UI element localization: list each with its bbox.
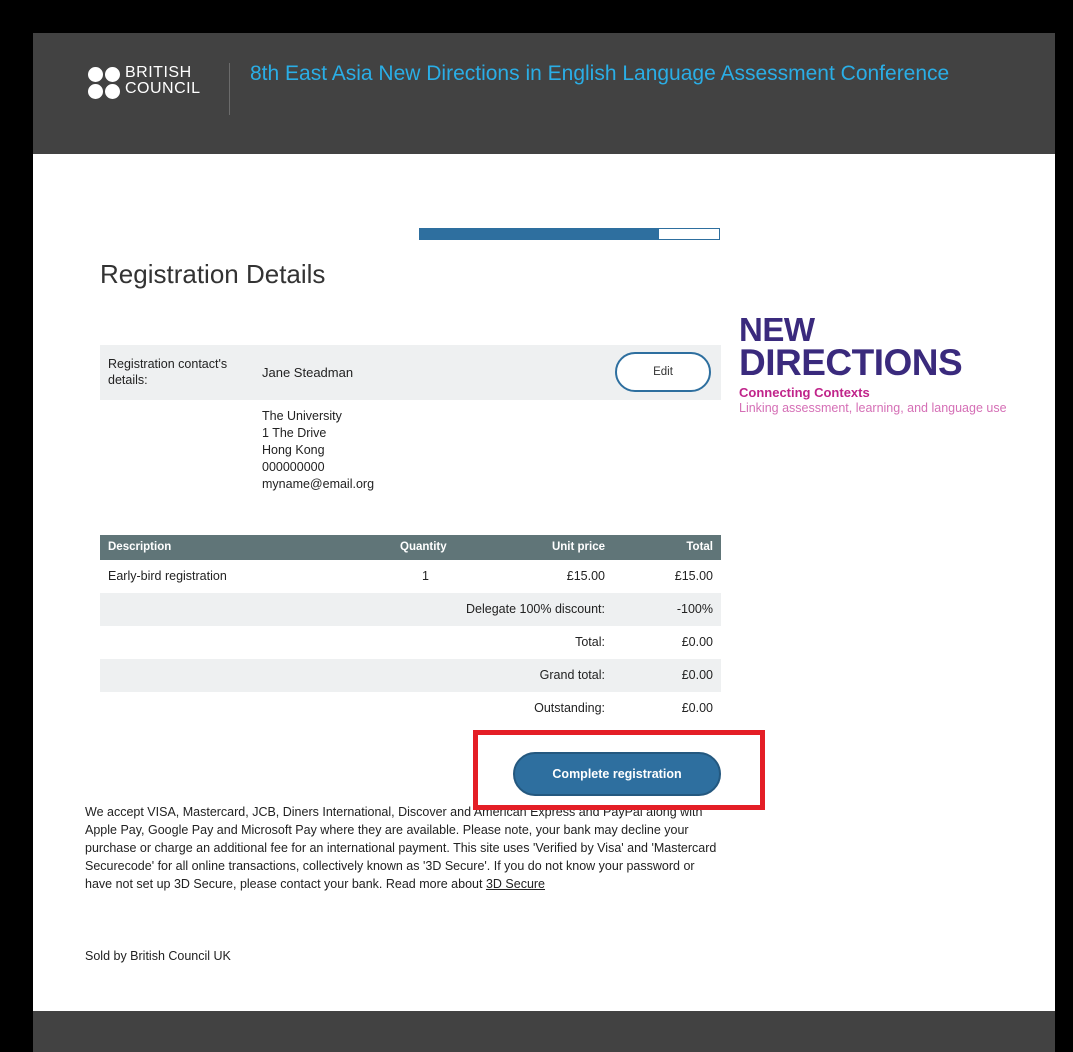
contact-label: Registration contact's details: bbox=[108, 357, 228, 387]
progress-bar bbox=[419, 228, 720, 240]
logo-wordmark: BRITISH COUNCIL bbox=[125, 65, 201, 97]
summary-total-row: Total: £0.00 bbox=[100, 626, 721, 659]
3d-secure-link[interactable]: 3D Secure bbox=[486, 877, 545, 891]
item-quantity: 1 bbox=[422, 569, 429, 583]
address-line: 1 The Drive bbox=[262, 426, 327, 440]
address-email: myname@email.org bbox=[262, 477, 375, 491]
summary-label: Outstanding: bbox=[534, 701, 605, 715]
col-quantity: Quantity bbox=[400, 541, 447, 553]
col-total: Total bbox=[686, 541, 713, 553]
address-line: Hong Kong bbox=[262, 443, 325, 457]
address-phone: 000000000 bbox=[262, 460, 325, 474]
table-row: Early-bird registration 1 £15.00 £15.00 bbox=[100, 560, 721, 593]
complete-registration-button[interactable]: Complete registration bbox=[513, 752, 721, 796]
summary-label: Delegate 100% discount: bbox=[466, 602, 605, 616]
order-header: Description Quantity Unit price Total bbox=[100, 535, 721, 560]
conference-title: 8th East Asia New Directions in English … bbox=[250, 62, 950, 85]
item-unit-price: £15.00 bbox=[566, 569, 605, 583]
summary-grand-total-row: Grand total: £0.00 bbox=[100, 659, 721, 692]
col-unit-price: Unit price bbox=[551, 541, 605, 553]
col-description: Description bbox=[108, 541, 172, 553]
contact-address: The University 1 The Drive Hong Kong 000… bbox=[262, 408, 374, 493]
british-council-logo[interactable]: BRITISH COUNCIL bbox=[88, 65, 208, 101]
footer-bar bbox=[33, 1011, 1055, 1052]
item-description: Early-bird registration bbox=[108, 569, 227, 583]
item-total: £15.00 bbox=[674, 569, 713, 583]
summary-value: £0.00 bbox=[681, 701, 713, 715]
nd-logo-line-2: DIRECTIONS bbox=[739, 342, 963, 383]
summary-outstanding-row: Outstanding: £0.00 bbox=[100, 692, 721, 725]
logo-dots-icon bbox=[88, 67, 122, 99]
sold-by: Sold by British Council UK bbox=[85, 949, 231, 963]
contact-name: Jane Steadman bbox=[262, 365, 354, 380]
nd-logo-line-1: NEW bbox=[739, 311, 815, 348]
payment-info: We accept VISA, Mastercard, JCB, Diners … bbox=[85, 803, 725, 893]
nd-subtitle: Connecting Contexts bbox=[739, 385, 870, 400]
progress-fill bbox=[420, 229, 660, 239]
summary-discount-row: Delegate 100% discount: -100% bbox=[100, 593, 721, 626]
summary-value: £0.00 bbox=[681, 668, 713, 682]
page-title: Registration Details bbox=[100, 259, 326, 289]
header-divider bbox=[229, 63, 230, 115]
header-bar: BRITISH COUNCIL 8th East Asia New Direct… bbox=[33, 33, 1055, 154]
address-line: The University bbox=[262, 409, 342, 423]
payment-text: We accept VISA, Mastercard, JCB, Diners … bbox=[85, 805, 717, 891]
summary-value: £0.00 bbox=[681, 635, 713, 649]
summary-label: Grand total: bbox=[539, 668, 605, 682]
logo-line-1: BRITISH bbox=[125, 64, 192, 81]
contact-row: Registration contact's details: Jane Ste… bbox=[100, 345, 721, 400]
edit-button[interactable]: Edit bbox=[615, 352, 711, 392]
logo-line-2: COUNCIL bbox=[125, 80, 201, 97]
page-frame: BRITISH COUNCIL 8th East Asia New Direct… bbox=[33, 33, 1055, 1052]
summary-value: -100% bbox=[676, 602, 713, 616]
summary-label: Total: bbox=[575, 635, 605, 649]
nd-tagline: Linking assessment, learning, and langua… bbox=[739, 401, 1007, 415]
